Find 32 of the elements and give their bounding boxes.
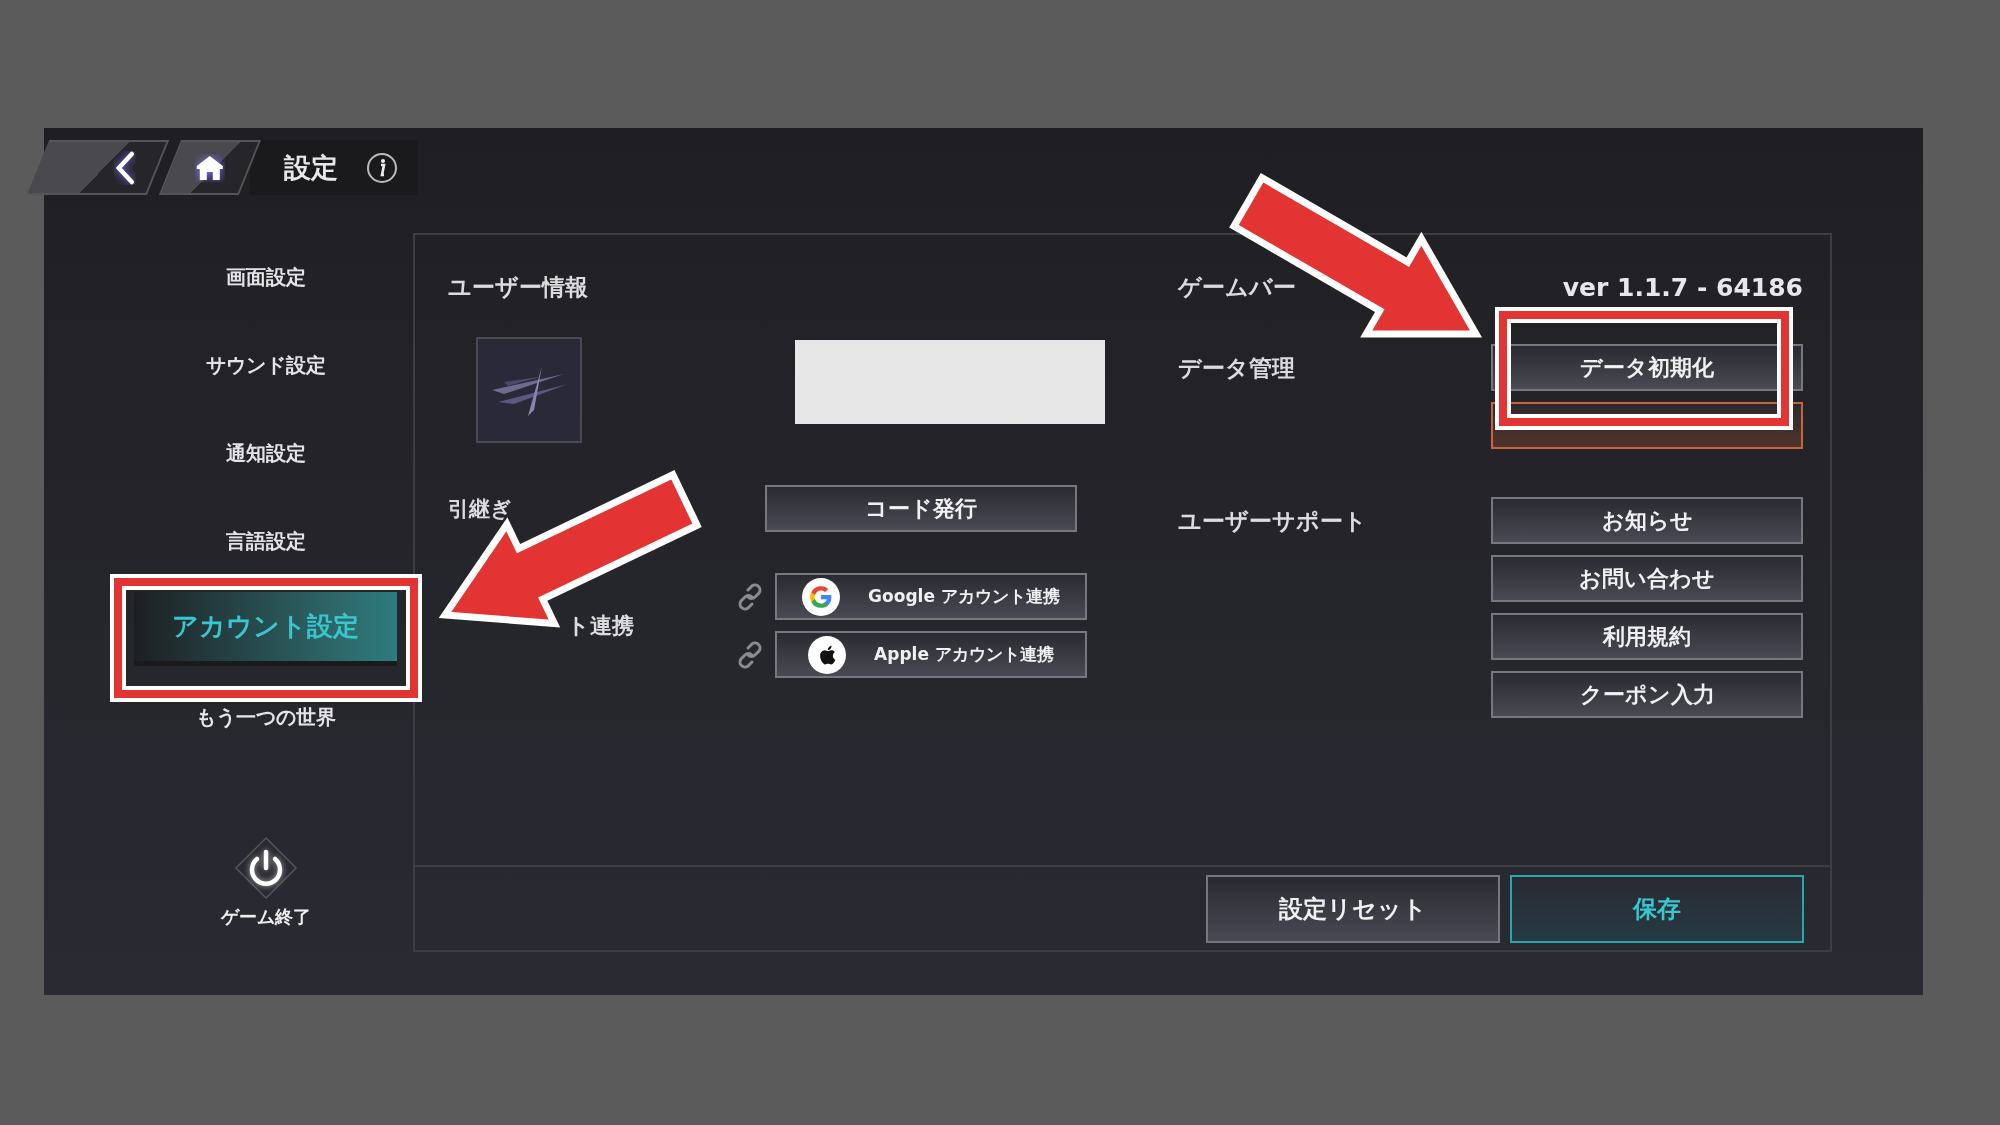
data-button[interactable]: データ初期化 [1491,344,1803,391]
back-icon [114,150,136,185]
reset-button[interactable]: 設定リセット [1206,874,1500,943]
sidebar-item[interactable]: サウンド設定 [134,321,397,409]
page-title: 設定 [284,150,338,185]
sidebar-item[interactable]: 言語設定 [134,497,397,585]
version-label: ゲームバー [1178,273,1296,302]
sidebar-item[interactable]: 通知設定 [134,409,397,497]
sidebar-item[interactable]: もう一つの世界 [134,673,397,761]
support-label: ユーザーサポート [1178,507,1367,536]
save-button[interactable]: 保存 [1510,874,1804,943]
transfer-label: 引継ぎ [448,495,513,523]
issue-code-button[interactable]: コード発行 [765,485,1077,532]
support-button[interactable]: お問い合わせ [1491,555,1803,602]
apple-logo-icon [808,635,847,674]
section-title: ユーザー情報 [448,273,589,302]
sidebar-item[interactable]: アカウント設定 [134,592,397,666]
account-link-label: ト連携 [566,611,635,640]
power-icon [232,835,299,901]
back-button[interactable] [26,140,170,195]
home-icon [195,153,225,182]
account-link-button[interactable]: Google アカウント連携 [775,573,1087,620]
account-link-button[interactable]: Apple アカウント連携 [775,631,1087,678]
exit-game-button[interactable]: ゲーム終了 [214,834,317,930]
support-button[interactable]: お知らせ [1491,497,1803,544]
google-logo-icon [802,577,841,616]
sidebar-item[interactable]: 画面設定 [134,233,397,321]
support-button[interactable]: クーポン入力 [1491,671,1803,718]
support-button[interactable]: 利用規約 [1491,613,1803,660]
info-icon[interactable] [366,151,398,184]
version-text: ver 1.1.7 - 64186 [1562,272,1803,302]
data-label: データ管理 [1178,354,1295,383]
